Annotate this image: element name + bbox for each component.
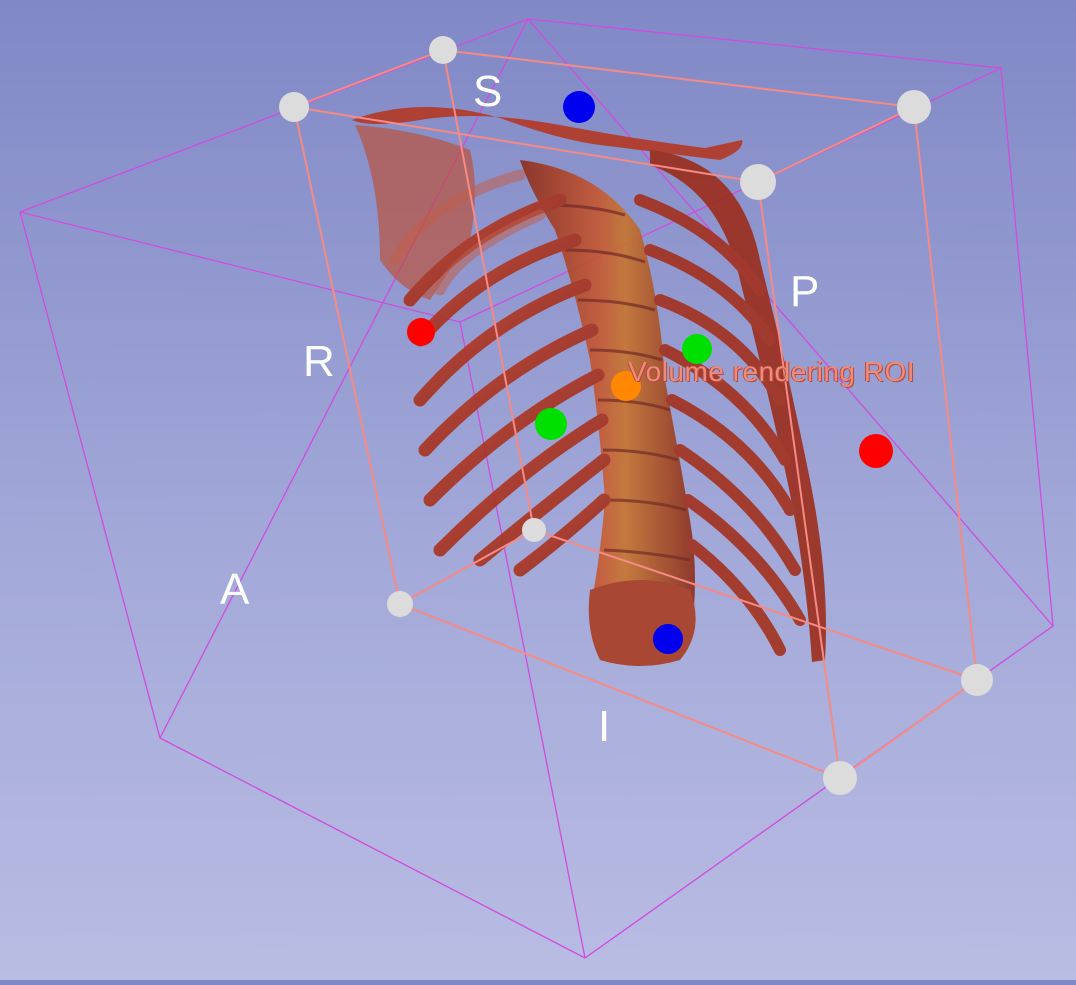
roi-face-handle-superior[interactable] — [563, 91, 595, 123]
roi-corner-handle[interactable] — [961, 664, 993, 696]
roi-corner-handle[interactable] — [823, 761, 857, 795]
roi-corner-handle[interactable] — [429, 36, 457, 64]
roi-face-handle-left[interactable] — [859, 434, 893, 468]
roi-corner-handle[interactable] — [522, 518, 546, 542]
3d-view[interactable]: S P R A I Volume rendering ROI — [0, 0, 1076, 980]
roi-corner-handle[interactable] — [279, 92, 309, 122]
3d-render-canvas[interactable] — [0, 0, 1076, 980]
orientation-label-right: R — [303, 337, 335, 386]
roi-corner-handle[interactable] — [387, 591, 413, 617]
roi-corner-handle[interactable] — [740, 164, 776, 200]
orientation-label-anterior: A — [220, 565, 250, 614]
orientation-label-superior: S — [473, 67, 503, 116]
roi-face-handle-inferior[interactable] — [653, 624, 683, 654]
roi-label: Volume rendering ROI — [628, 356, 916, 387]
orientation-label-inferior: I — [598, 702, 611, 751]
roi-corner-handle[interactable] — [897, 90, 931, 124]
roi-face-handle-right[interactable] — [407, 318, 435, 346]
orientation-label-posterior: P — [790, 267, 820, 316]
volume-bounding-box — [19, 18, 1054, 959]
roi-face-handle-anterior[interactable] — [535, 408, 567, 440]
